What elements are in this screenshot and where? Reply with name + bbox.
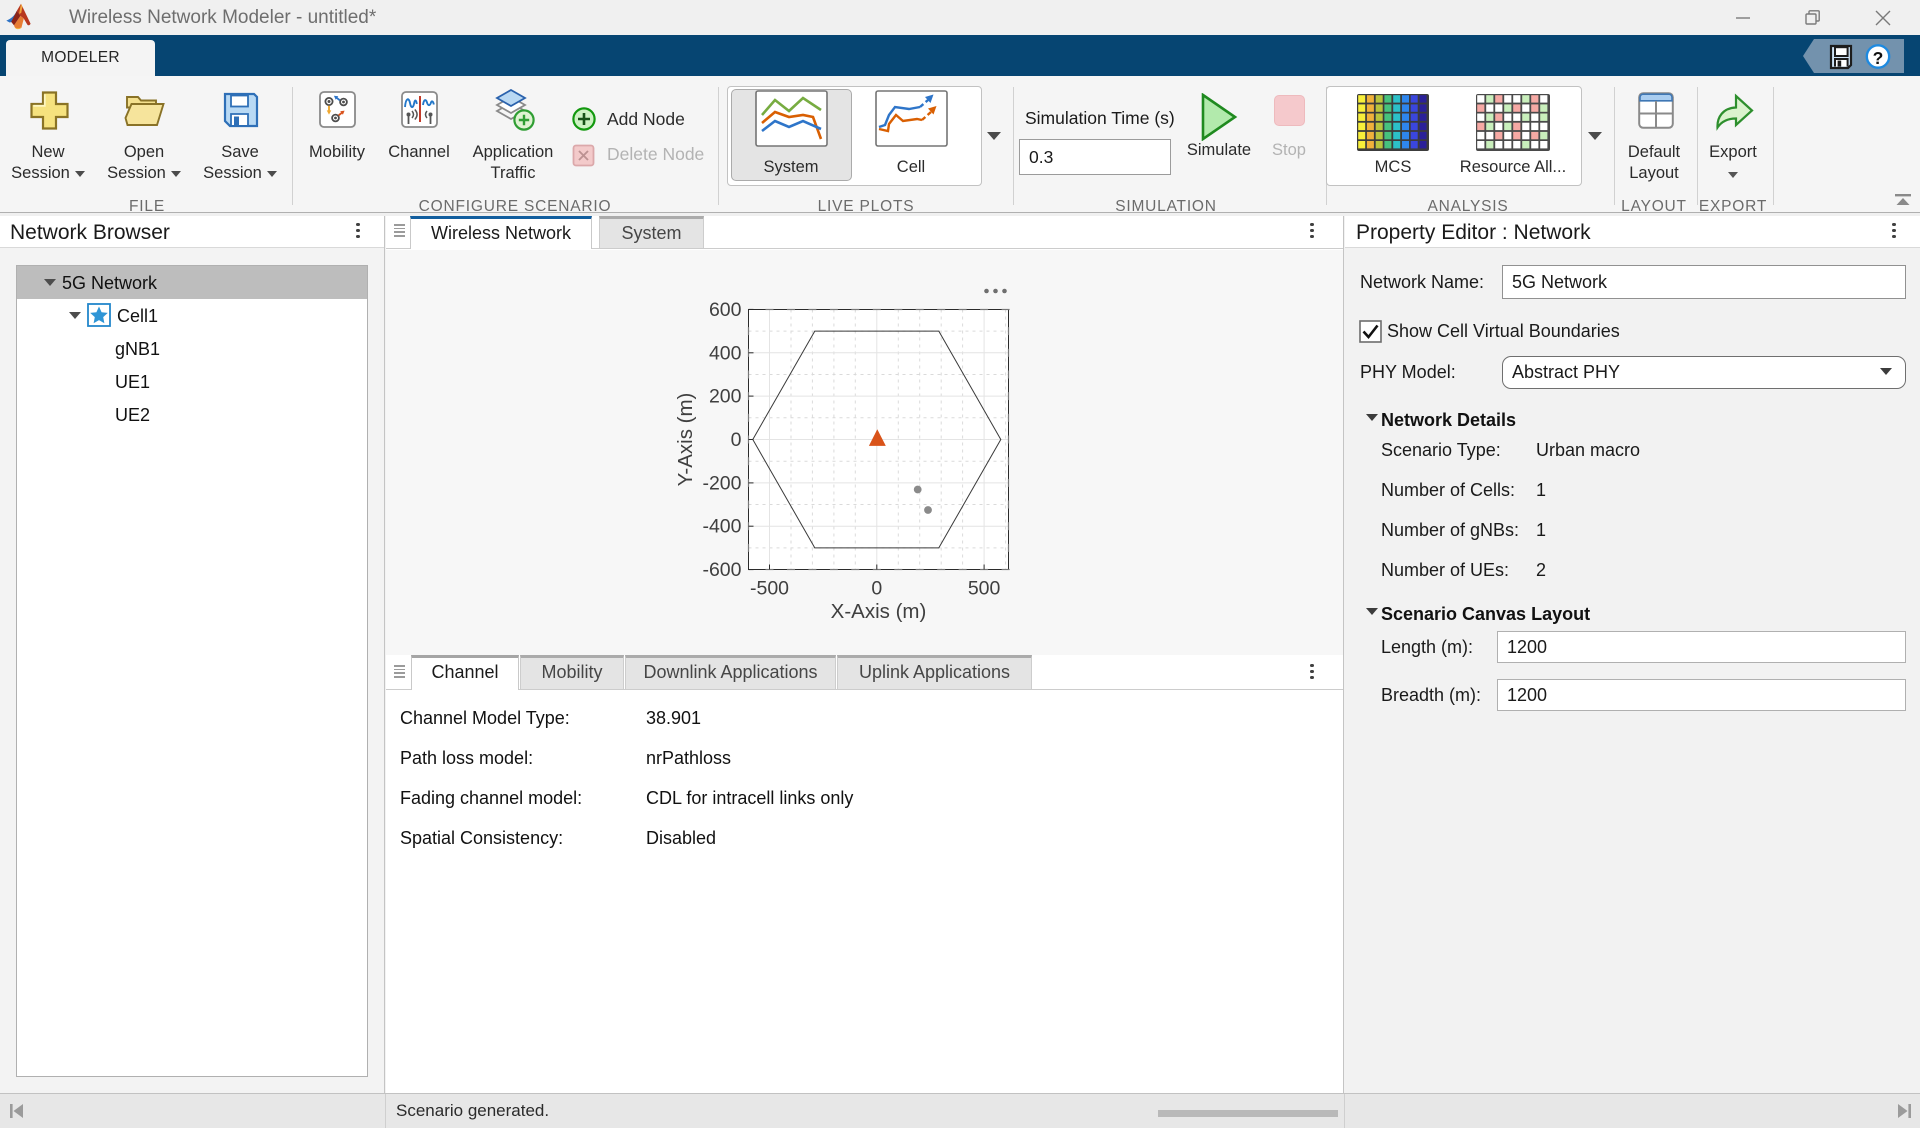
svg-text:-600: -600 (702, 559, 741, 581)
svg-text:-200: -200 (702, 472, 741, 494)
svg-text:500: 500 (968, 578, 1001, 600)
svg-text:X-Axis (m): X-Axis (m) (831, 600, 927, 623)
svg-text:400: 400 (709, 342, 742, 364)
svg-text:-500: -500 (750, 578, 789, 600)
svg-text:-400: -400 (702, 516, 741, 538)
svg-text:Y-Axis (m): Y-Axis (m) (674, 393, 697, 487)
svg-text:0: 0 (871, 578, 882, 600)
svg-text:?: ? (1873, 48, 1884, 68)
svg-text:600: 600 (709, 299, 742, 321)
svg-text:200: 200 (709, 386, 742, 408)
svg-text:0: 0 (731, 429, 742, 451)
